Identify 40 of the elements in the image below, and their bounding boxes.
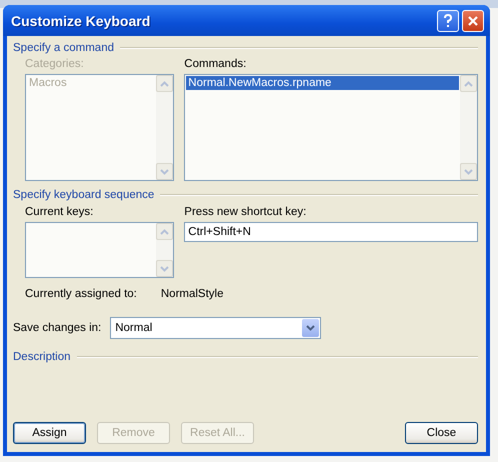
close-icon [467,14,479,26]
field-label: Current keys: [25,206,94,220]
field-label: Currently assigned to: [25,288,137,300]
close-button[interactable] [462,10,484,32]
field-label: Categories: [25,58,85,72]
scroll-up-button[interactable] [156,75,174,92]
dialog-button[interactable]: Assign [13,422,86,444]
dropdown-button[interactable] [302,319,320,337]
shortcut-input-field[interactable]: Ctrl+Shift+N [184,222,478,242]
list-item[interactable]: Normal.NewMacros.rpname [186,76,459,90]
dialog-button[interactable]: Close [405,422,478,444]
field-label: Save changes in: [13,322,102,334]
chevron-down-icon [306,325,316,331]
chevron-up-icon [160,80,170,86]
chevron-up-icon [464,80,473,86]
chevron-up-icon [160,228,170,234]
chevron-down-icon [160,168,170,174]
scroll-down-button[interactable] [460,163,477,180]
scrollbar[interactable] [156,223,174,277]
chevron-down-icon [464,168,473,174]
list-box[interactable] [25,222,174,278]
field-label: Commands: [184,58,248,72]
scrollbar[interactable] [460,75,477,180]
help-button[interactable] [437,10,459,32]
assigned-value: NormalStyle [160,288,224,300]
chevron-down-icon [160,266,170,272]
dropdown-value: Normal [115,322,152,334]
scrollbar[interactable] [156,75,174,180]
window-title: Customize Keyboard [11,12,152,28]
scroll-down-button[interactable] [156,163,174,180]
field-label: Press new shortcut key: [184,206,308,220]
save-location-dropdown[interactable]: Normal [110,317,322,339]
section-title: Specify keyboard sequence [13,189,154,201]
scroll-down-button[interactable] [156,260,174,277]
scroll-up-button[interactable] [156,223,174,240]
list-box[interactable]: Normal.NewMacros.rpname [184,74,478,181]
section-title: Description [13,351,71,363]
scroll-up-button[interactable] [460,75,477,92]
question-mark-icon [443,14,453,28]
section-title: Specify a command [13,42,114,54]
